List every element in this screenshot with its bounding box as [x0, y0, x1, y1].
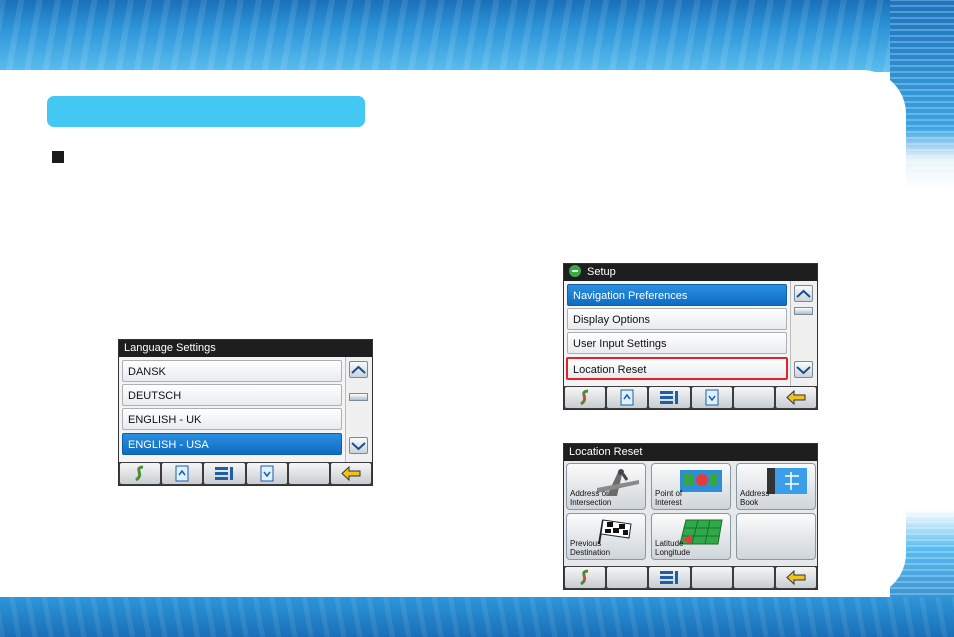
poi-icon	[680, 470, 722, 492]
scrollbar[interactable]	[790, 281, 817, 386]
empty-tile	[736, 513, 816, 560]
tile-label-line1: Address	[740, 489, 770, 498]
route-button[interactable]	[565, 567, 606, 588]
language-item[interactable]: DANSK	[122, 360, 342, 382]
scroll-up-button[interactable]	[794, 285, 813, 302]
scrollbar[interactable]	[345, 357, 372, 462]
page-down-button[interactable]	[246, 463, 287, 484]
tile-label-line1: Point of	[655, 489, 683, 498]
chevron-up-icon	[351, 365, 366, 374]
screen-title: Language Settings	[119, 340, 372, 357]
chevron-down-icon	[351, 441, 366, 450]
chevron-down-icon	[796, 365, 811, 374]
address-intersection-tile[interactable]: Address or Intersection	[566, 463, 646, 510]
route-button[interactable]	[120, 463, 161, 484]
page-up-icon	[175, 465, 189, 482]
scroll-thumb[interactable]	[794, 307, 813, 315]
tile-label-line2: Book	[740, 498, 759, 507]
chevron-up-icon	[796, 289, 811, 298]
list-button[interactable]	[649, 387, 690, 408]
empty-button[interactable]	[733, 387, 774, 408]
back-arrow-icon	[786, 569, 806, 586]
empty-button[interactable]	[607, 567, 648, 588]
route-icon	[580, 569, 589, 586]
language-settings-screen: Language Settings DANSK DEUTSCH ENGLISH …	[118, 339, 373, 486]
bottom-toolbar	[564, 566, 817, 589]
page-down-icon	[705, 389, 719, 406]
square-bullet-icon	[52, 151, 64, 163]
setup-screen: Setup Navigation Preferences Display Opt…	[563, 263, 818, 410]
address-book-icon	[767, 468, 807, 494]
setup-item[interactable]: User Input Settings	[567, 332, 787, 354]
route-button[interactable]	[565, 387, 606, 408]
back-arrow-icon	[341, 465, 361, 482]
screen-title: Location Reset	[564, 444, 817, 461]
bottom-toolbar	[119, 462, 372, 485]
tile-label-line2: Longitude	[655, 548, 691, 557]
list-icon	[660, 571, 679, 584]
language-list: DANSK DEUTSCH ENGLISH - UK ENGLISH - USA	[119, 357, 345, 462]
page-up-button[interactable]	[607, 387, 648, 408]
page-down-button[interactable]	[691, 387, 732, 408]
tile-label-line2: Destination	[570, 548, 611, 557]
previous-destination-tile[interactable]: Previous Destination	[566, 513, 646, 560]
footer-banner	[0, 597, 954, 637]
tile-label-line2: Intersection	[570, 498, 612, 507]
address-book-tile[interactable]: Address Book	[736, 463, 816, 510]
header-banner	[0, 0, 954, 72]
route-icon	[135, 465, 144, 482]
setup-icon	[569, 265, 581, 277]
page-up-button[interactable]	[162, 463, 203, 484]
tile-label-line1: Address or	[570, 489, 609, 498]
section-header-bar	[47, 96, 365, 127]
scroll-up-button[interactable]	[349, 361, 368, 378]
route-icon	[580, 389, 589, 406]
bottom-toolbar	[564, 386, 817, 409]
empty-button[interactable]	[288, 463, 329, 484]
setup-list: Navigation Preferences Display Options U…	[564, 281, 790, 386]
tile-label-line1: Previous	[570, 539, 602, 548]
back-button[interactable]	[775, 567, 817, 588]
location-reset-screen: Location Reset Address or Intersection Po…	[563, 443, 818, 590]
location-options-grid: Address or Intersection Point of Interest …	[564, 461, 817, 566]
empty-button[interactable]	[691, 567, 732, 588]
language-item[interactable]: DEUTSCH	[122, 384, 342, 406]
page-up-icon	[620, 389, 634, 406]
setup-item-highlighted[interactable]: Location Reset	[566, 357, 788, 380]
tile-label-line2: Interest	[655, 498, 682, 507]
list-icon	[660, 391, 679, 404]
tile-label-line1: Latitude	[655, 539, 684, 548]
page-down-icon	[260, 465, 274, 482]
list-button[interactable]	[649, 567, 690, 588]
latitude-longitude-tile[interactable]: Latitude Longitude	[651, 513, 731, 560]
screen-title: Setup	[564, 264, 817, 281]
scroll-down-button[interactable]	[794, 361, 813, 378]
point-of-interest-tile[interactable]: Point of Interest	[651, 463, 731, 510]
language-item[interactable]: ENGLISH - UK	[122, 408, 342, 430]
list-icon	[215, 467, 234, 480]
back-arrow-icon	[786, 389, 806, 406]
back-button[interactable]	[775, 387, 817, 408]
setup-item-selected[interactable]: Navigation Preferences	[567, 284, 787, 306]
scroll-down-button[interactable]	[349, 437, 368, 454]
list-button[interactable]	[204, 463, 245, 484]
setup-item[interactable]: Display Options	[567, 308, 787, 330]
language-item-selected[interactable]: ENGLISH - USA	[122, 433, 342, 455]
back-button[interactable]	[330, 463, 372, 484]
scroll-thumb[interactable]	[349, 393, 368, 401]
empty-button[interactable]	[733, 567, 774, 588]
